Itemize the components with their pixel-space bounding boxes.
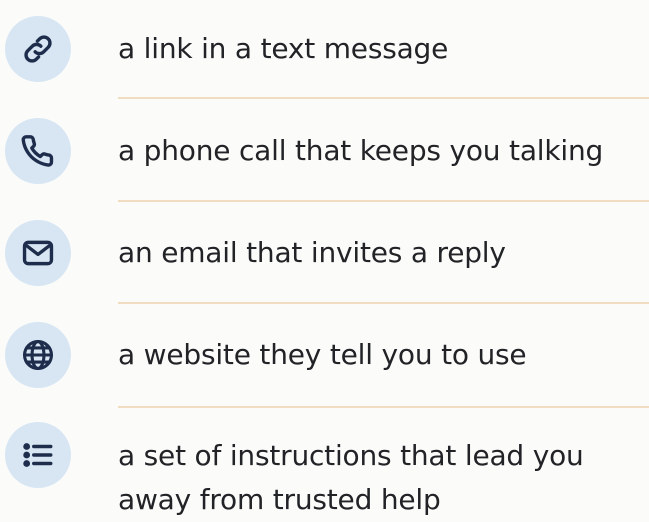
list-item-label: a phone call that keeps you talking: [118, 134, 604, 167]
divider: [118, 302, 649, 304]
phone-icon: [5, 118, 71, 184]
list-item-label: a set of instructions that lead you away…: [118, 439, 584, 516]
link-icon: [5, 16, 71, 82]
list-item: a link in a text message: [0, 14, 649, 84]
list-item-label: an email that invites a reply: [118, 236, 506, 269]
globe-icon: [5, 322, 71, 388]
list-item-label: a link in a text message: [118, 32, 449, 65]
divider: [118, 406, 649, 408]
list-item: a website they tell you to use: [0, 320, 649, 390]
divider: [118, 200, 649, 202]
list-item: a set of instructions that lead you away…: [0, 420, 649, 520]
warning-sign-list: a link in a text message a phone call th…: [0, 0, 649, 520]
list-item: a phone call that keeps you talking: [0, 116, 649, 186]
list-item-label: a website they tell you to use: [118, 338, 527, 371]
list-icon: [5, 422, 71, 488]
envelope-icon: [5, 220, 71, 286]
list-item: an email that invites a reply: [0, 218, 649, 288]
divider: [118, 97, 649, 99]
